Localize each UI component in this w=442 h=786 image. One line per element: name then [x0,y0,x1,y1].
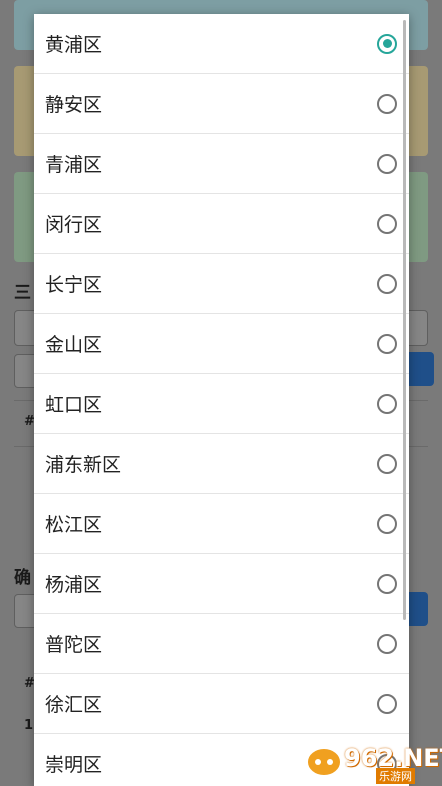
district-option[interactable]: 虹口区 [34,374,409,434]
district-option-label: 金山区 [45,334,103,356]
radio-unselected-icon[interactable] [377,453,397,474]
watermark-logo: 962.NET 乐游网 [304,744,442,784]
district-option[interactable]: 闵行区 [34,194,409,254]
district-option-label: 杨浦区 [45,574,103,596]
district-option[interactable]: 长宁区 [34,254,409,314]
district-option-label: 松江区 [45,514,103,536]
district-option[interactable]: 静安区 [34,74,409,134]
district-picker-dialog: 黄浦区静安区青浦区闵行区长宁区金山区虹口区浦东新区松江区杨浦区普陀区徐汇区崇明区 [34,14,409,786]
radio-unselected-icon[interactable] [377,573,397,594]
district-option-label: 普陀区 [45,634,103,656]
district-option[interactable]: 黄浦区 [34,14,409,74]
background-heading: 三 [14,283,31,303]
radio-unselected-icon[interactable] [377,93,397,114]
district-option[interactable]: 徐汇区 [34,674,409,734]
radio-selected-icon[interactable] [377,33,397,54]
district-option[interactable]: 普陀区 [34,614,409,674]
radio-unselected-icon[interactable] [377,153,397,174]
district-option-label: 青浦区 [45,154,103,176]
district-option-label: 浦东新区 [45,454,122,476]
district-option-label: 黄浦区 [45,34,103,56]
district-option-label: 徐汇区 [45,694,103,716]
district-option[interactable]: 松江区 [34,494,409,554]
table-row-number: 1 [24,718,34,733]
district-option[interactable]: 浦东新区 [34,434,409,494]
district-option-label: 虹口区 [45,394,103,416]
background-heading: 确 [14,568,31,588]
radio-unselected-icon[interactable] [377,213,397,234]
radio-unselected-icon[interactable] [377,393,397,414]
watermark-subtext: 乐游网 [376,768,415,784]
district-option[interactable]: 杨浦区 [34,554,409,614]
game-controller-icon [306,747,342,777]
district-option-list: 黄浦区静安区青浦区闵行区长宁区金山区虹口区浦东新区松江区杨浦区普陀区徐汇区崇明区 [34,14,409,786]
district-option-label: 长宁区 [45,274,103,296]
radio-unselected-icon[interactable] [377,273,397,294]
district-option-label: 静安区 [45,94,103,116]
scrollbar[interactable] [403,20,406,620]
district-option[interactable]: 青浦区 [34,134,409,194]
radio-unselected-icon[interactable] [377,513,397,534]
radio-unselected-icon[interactable] [377,633,397,654]
district-option-label: 崇明区 [45,754,103,776]
radio-unselected-icon[interactable] [377,693,397,714]
district-option-label: 闵行区 [45,214,103,236]
district-option[interactable]: 金山区 [34,314,409,374]
radio-unselected-icon[interactable] [377,333,397,354]
